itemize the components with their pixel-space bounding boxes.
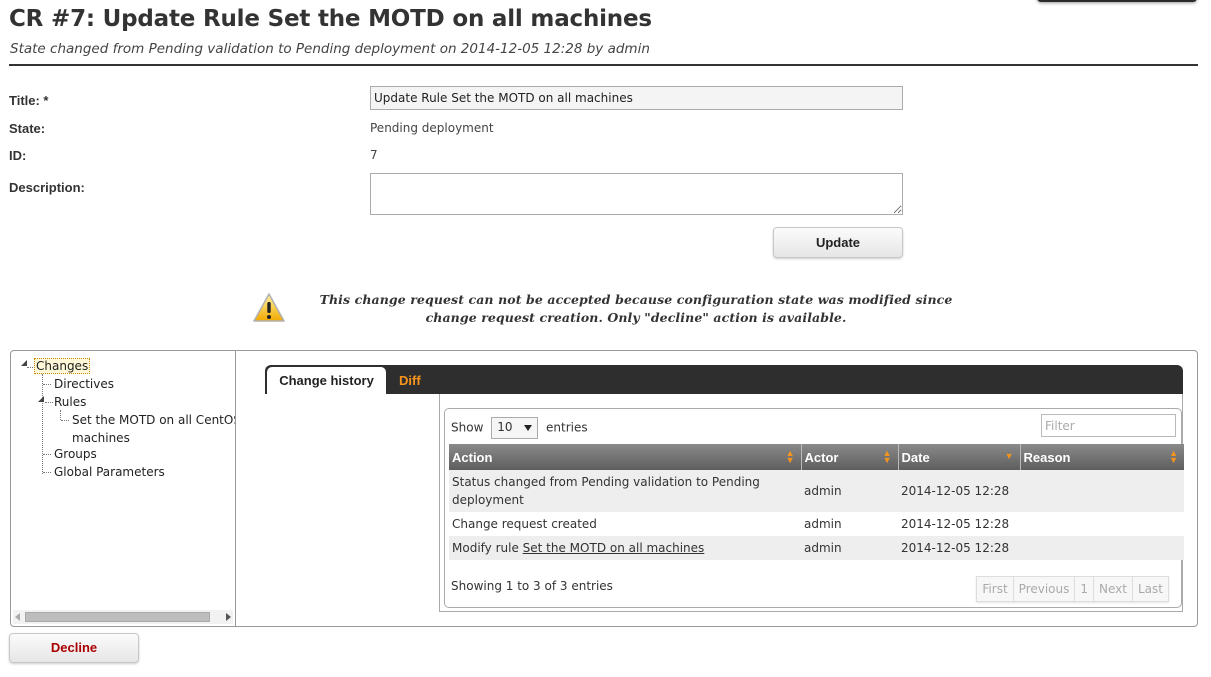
cell-date: 2014-12-05 12:28 xyxy=(898,536,1020,560)
column-header-action[interactable]: Action ▲ ▼ xyxy=(449,444,802,470)
cell-reason xyxy=(1020,512,1184,536)
cell-action: Status changed from Pending validation t… xyxy=(449,470,801,512)
description-label: Description: xyxy=(9,180,85,195)
tree-item-global-parameters[interactable]: Global Parameters xyxy=(54,463,165,481)
show-label: Show xyxy=(451,420,484,435)
page-first-button[interactable]: First xyxy=(977,577,1014,601)
table-info: Showing 1 to 3 of 3 entries xyxy=(451,579,613,593)
page-previous-button[interactable]: Previous xyxy=(1013,577,1076,601)
page-subtitle: State changed from Pending validation to… xyxy=(10,41,650,57)
cell-actor: admin xyxy=(801,512,898,536)
page-title: CR #7: Update Rule Set the MOTD on all m… xyxy=(9,6,652,32)
tree-expander-rules[interactable] xyxy=(38,396,44,402)
sort-desc-icon: ▼ xyxy=(1004,451,1014,461)
cell-action: Change request created xyxy=(449,512,801,536)
page-length-select[interactable]: 10 xyxy=(491,417,539,439)
filter-input[interactable] xyxy=(1041,414,1176,437)
history-table: Action ▲ ▼ Actor ▲ ▼ Date ▼ Reason ▲ ▼ S… xyxy=(449,444,1184,560)
column-header-date[interactable]: Date ▼ xyxy=(898,444,1021,470)
tab-diff[interactable]: Diff xyxy=(399,367,421,394)
id-label: ID: xyxy=(9,148,27,163)
id-value: 7 xyxy=(370,148,378,162)
tree-expander-changes[interactable] xyxy=(21,360,27,366)
state-value: Pending deployment xyxy=(370,121,494,135)
tree-item-groups[interactable]: Groups xyxy=(54,445,97,463)
title-divider xyxy=(9,64,1198,66)
entries-label: entries xyxy=(546,420,588,435)
history-table-wrapper: Show 10 entries Action▲▼ Actor▲▼ xyxy=(444,408,1184,608)
chevron-down-icon xyxy=(524,425,533,431)
page-next-button[interactable]: Next xyxy=(1094,577,1133,601)
tree-horizontal-scrollbar[interactable] xyxy=(13,610,233,624)
top-menu-edge xyxy=(1037,0,1197,2)
tree-item-rules[interactable]: Rules xyxy=(54,393,86,411)
warning-icon xyxy=(253,293,285,322)
table-row: Change request created admin 2014-12-05 … xyxy=(449,512,1184,536)
warning-text: This change request can not be accepted … xyxy=(319,292,953,325)
tree-item-directives[interactable]: Directives xyxy=(54,375,114,393)
column-header-actor[interactable]: Actor ▲ ▼ xyxy=(801,444,899,470)
scroll-right-icon[interactable] xyxy=(226,613,231,621)
page-length-control: Show 10 entries xyxy=(451,417,588,439)
change-panel: Changes Directives Rules Set the MOTD on… xyxy=(10,350,1198,627)
table-row: Status changed from Pending validation t… xyxy=(449,470,1184,512)
column-header-reason[interactable]: Reason ▲ ▼ xyxy=(1020,444,1184,470)
page-last-button[interactable]: Last xyxy=(1133,577,1168,601)
cell-reason xyxy=(1020,536,1184,560)
sort-both-icon: ▲ ▼ xyxy=(1169,448,1178,465)
changes-tree: Changes Directives Rules Set the MOTD on… xyxy=(11,351,236,626)
sort-both-icon: ▲ ▼ xyxy=(882,448,892,465)
change-history-panel: Show 10 entries Action▲▼ Actor▲▼ xyxy=(439,394,1184,612)
table-row: Modify rule Set the MOTD on all machines… xyxy=(449,536,1184,560)
tree-item-rule-motd[interactable]: Set the MOTD on all CentOS machines xyxy=(72,411,235,447)
warning-message: This change request can not be accepted … xyxy=(252,291,972,331)
update-button[interactable]: Update xyxy=(773,227,903,258)
tree-item-changes[interactable]: Changes xyxy=(34,357,91,375)
cell-action: Modify rule Set the MOTD on all machines xyxy=(449,536,801,560)
tab-bar: Change history Diff xyxy=(265,365,1183,394)
tab-change-history[interactable]: Change history xyxy=(267,367,386,394)
decline-button[interactable]: Decline xyxy=(9,633,139,663)
scroll-thumb[interactable] xyxy=(25,612,210,622)
sort-both-icon: ▲ ▼ xyxy=(785,448,795,465)
page-number-button[interactable]: 1 xyxy=(1075,577,1095,601)
cell-actor: admin xyxy=(801,536,898,560)
pagination: First Previous 1 Next Last xyxy=(976,576,1169,602)
cell-reason xyxy=(1020,470,1184,512)
description-textarea[interactable] xyxy=(370,173,903,215)
cell-actor: admin xyxy=(801,470,898,512)
scroll-left-icon[interactable] xyxy=(15,613,20,621)
state-label: State: xyxy=(9,121,46,136)
cell-date: 2014-12-05 12:28 xyxy=(898,470,1020,512)
title-input[interactable] xyxy=(370,86,903,110)
cell-date: 2014-12-05 12:28 xyxy=(898,512,1020,536)
rule-link[interactable]: Set the MOTD on all machines xyxy=(523,541,705,555)
title-label: Title: * xyxy=(9,93,49,108)
